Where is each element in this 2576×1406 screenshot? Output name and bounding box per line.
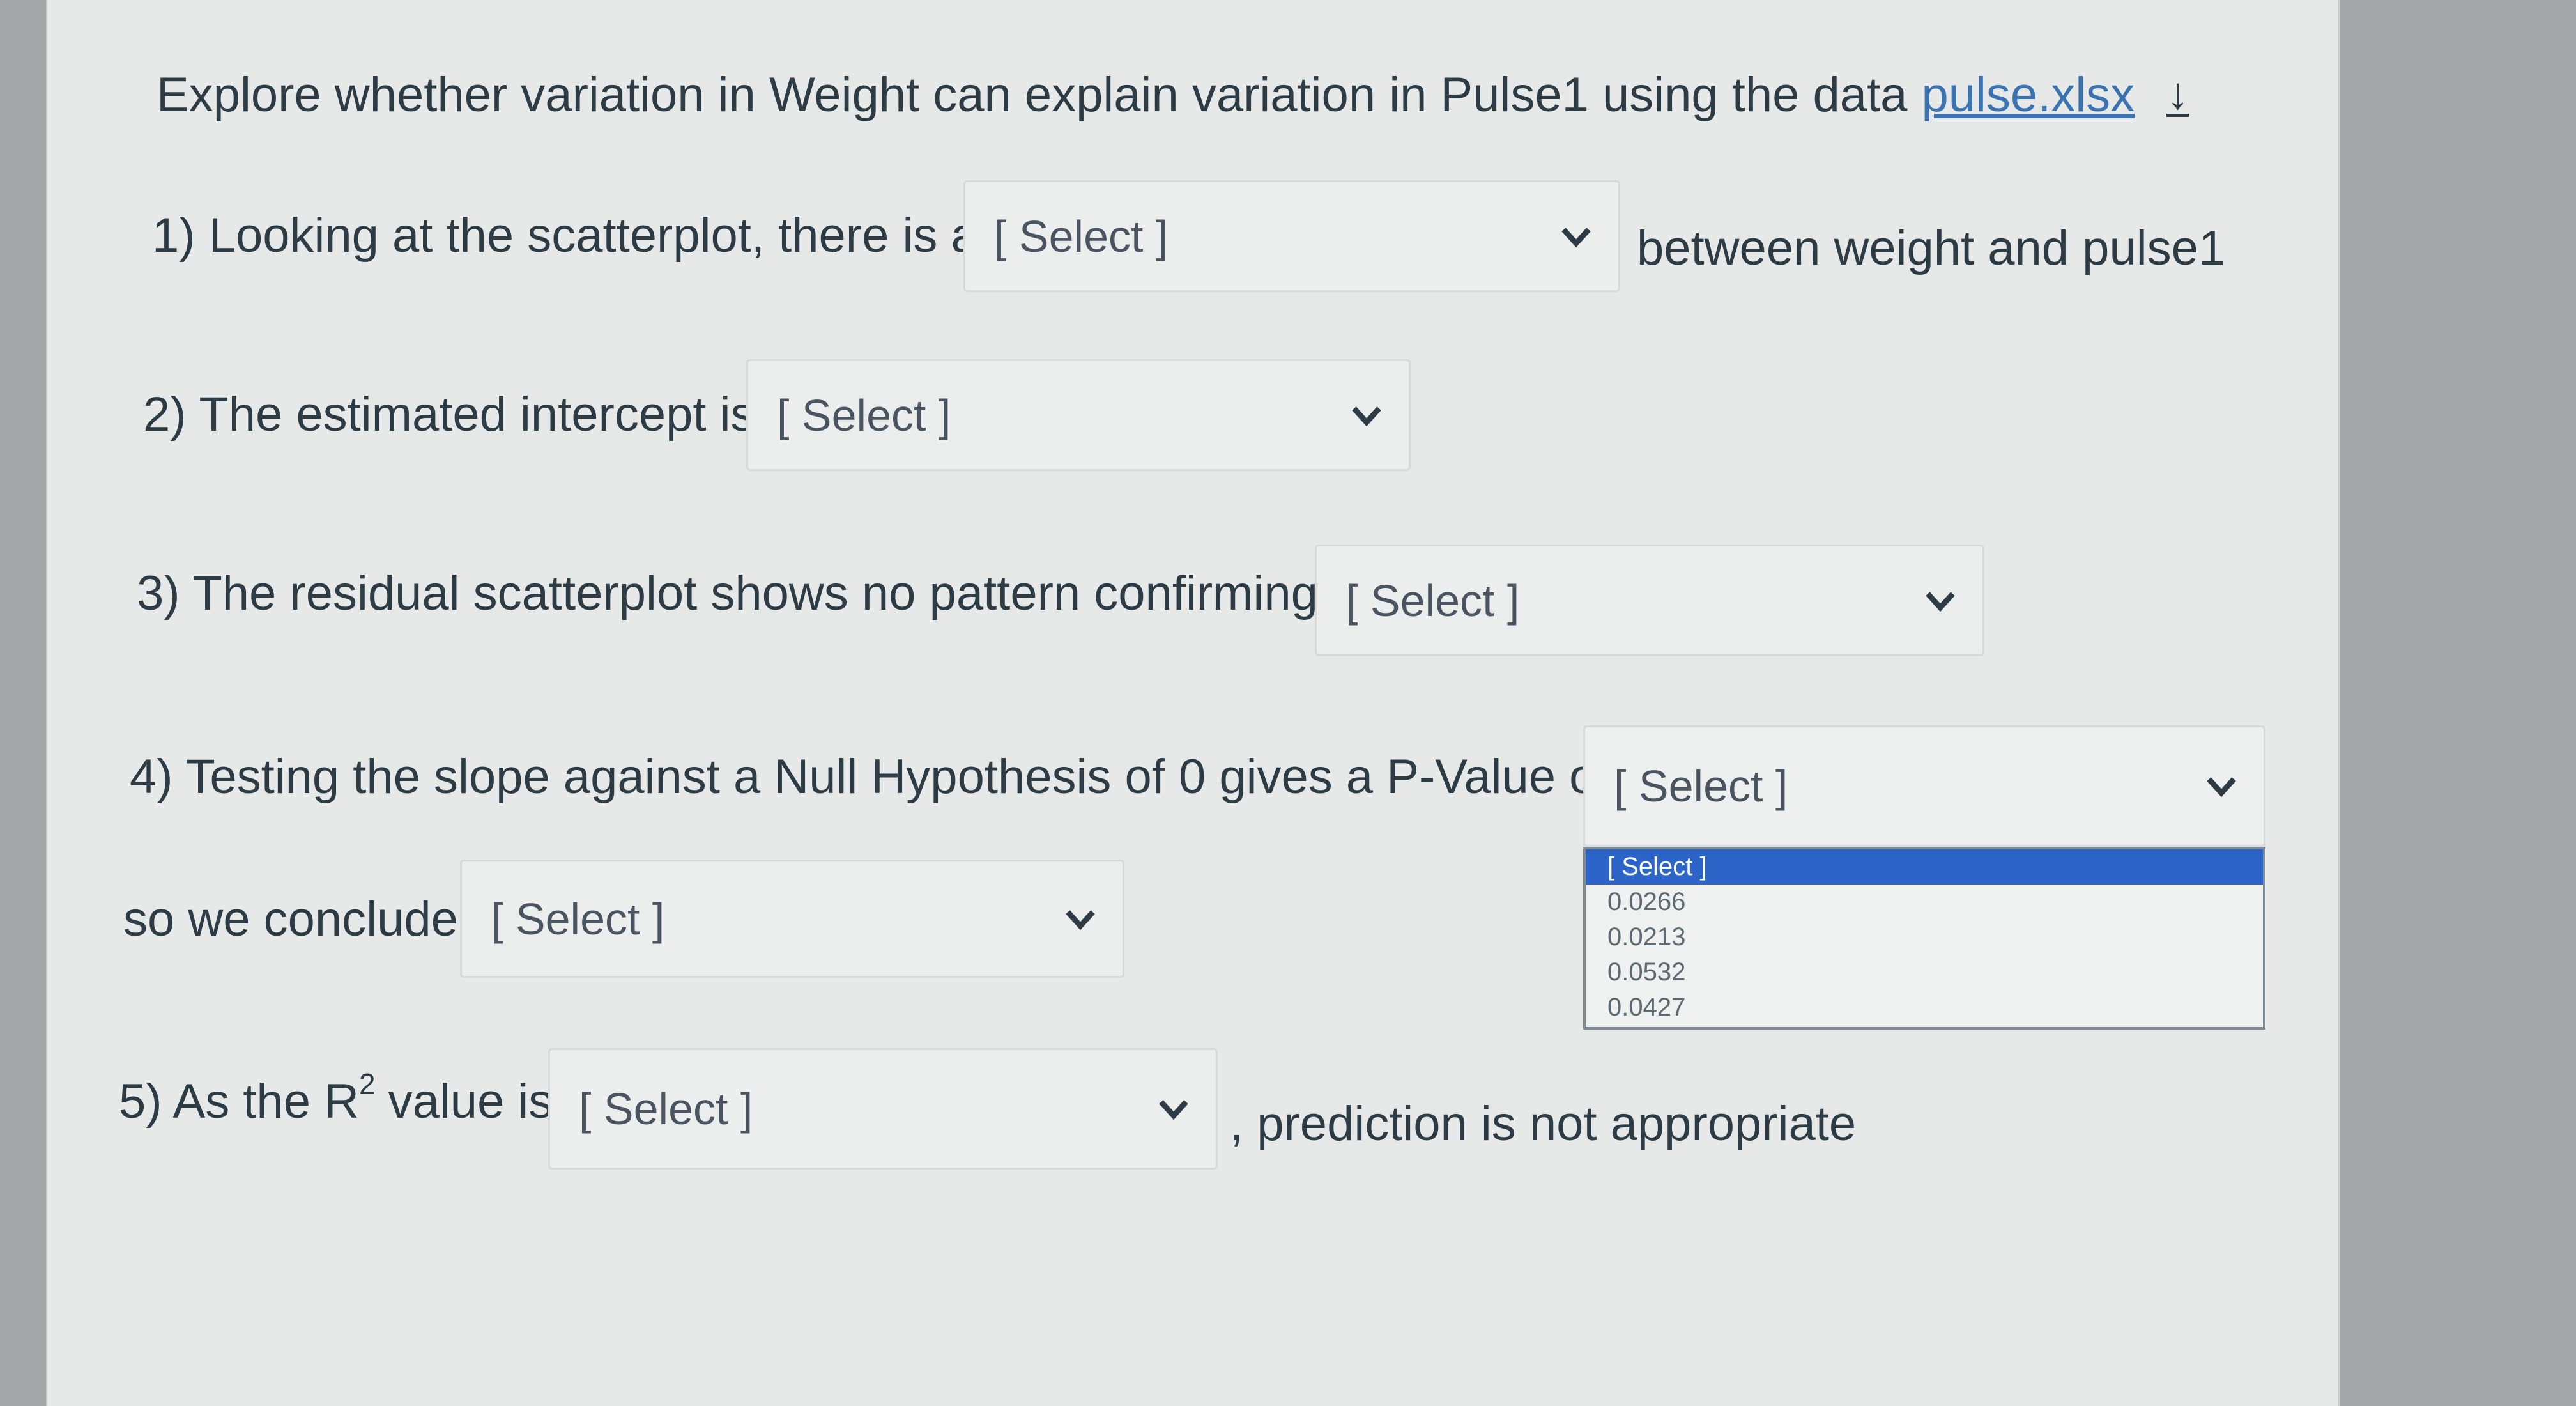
question-3-prompt: 3) The residual scatterplot shows no pat…	[137, 566, 1318, 621]
conclude-select-value: [ Select ]	[491, 893, 665, 944]
chevron-down-icon	[1066, 909, 1095, 930]
q1-select-value: [ Select ]	[994, 211, 1169, 261]
question-2-prompt: 2) The estimated intercept is	[143, 387, 755, 442]
option-0-0213[interactable]: 0.0213	[1586, 920, 2263, 955]
conclude-prompt: so we conclude	[123, 892, 458, 946]
chevron-down-icon	[1352, 406, 1381, 426]
conclude-select[interactable]: [ Select ]	[460, 860, 1124, 978]
intro-text: Explore whether variation in Weight can …	[157, 68, 1908, 122]
option-0-0266[interactable]: 0.0266	[1586, 885, 2263, 920]
q1-select[interactable]: [ Select ]	[963, 180, 1620, 292]
r-squared-superscript: 2	[358, 1067, 376, 1101]
p-value-options-list: [ Select ] 0.0266 0.0213 0.0532 0.0427	[1583, 847, 2266, 1030]
question-5-prompt: 5) As the R 2 value is	[119, 1067, 553, 1129]
question-4-prompt: 4) Testing the slope against a Null Hypo…	[130, 750, 1610, 804]
q4-select[interactable]: [ Select ]	[1583, 725, 2266, 847]
question-intro: Explore whether variation in Weight can …	[157, 67, 2189, 123]
pulse-data-link[interactable]: pulse.xlsx	[1921, 67, 2135, 123]
question-5-suffix: , prediction is not appropriate	[1230, 1097, 1857, 1151]
q5-select[interactable]: [ Select ]	[548, 1048, 1218, 1170]
q3-select[interactable]: [ Select ]	[1315, 545, 1984, 656]
chevron-down-icon	[1926, 591, 1955, 612]
question-1-suffix: between weight and pulse1	[1637, 221, 2226, 275]
chevron-down-icon	[1159, 1100, 1188, 1120]
option-0-0532[interactable]: 0.0532	[1586, 955, 2263, 990]
option-0-0427[interactable]: 0.0427	[1586, 990, 2263, 1025]
q2-select-value: [ Select ]	[777, 390, 951, 440]
option-select[interactable]: [ Select ]	[1586, 849, 2263, 885]
q5-prefix-a: 5) As the R	[119, 1074, 359, 1129]
download-icon[interactable]: ↓	[2166, 71, 2189, 117]
q4-select-value: [ Select ]	[1614, 761, 1788, 811]
q5-prefix-b: value is	[388, 1074, 553, 1129]
chevron-down-icon	[1561, 227, 1591, 247]
chevron-down-icon	[2207, 777, 2236, 798]
q5-select-value: [ Select ]	[579, 1084, 753, 1134]
q3-select-value: [ Select ]	[1346, 575, 1520, 626]
q2-select[interactable]: [ Select ]	[746, 359, 1411, 471]
question-1-prompt: 1) Looking at the scatterplot, there is …	[152, 208, 978, 263]
